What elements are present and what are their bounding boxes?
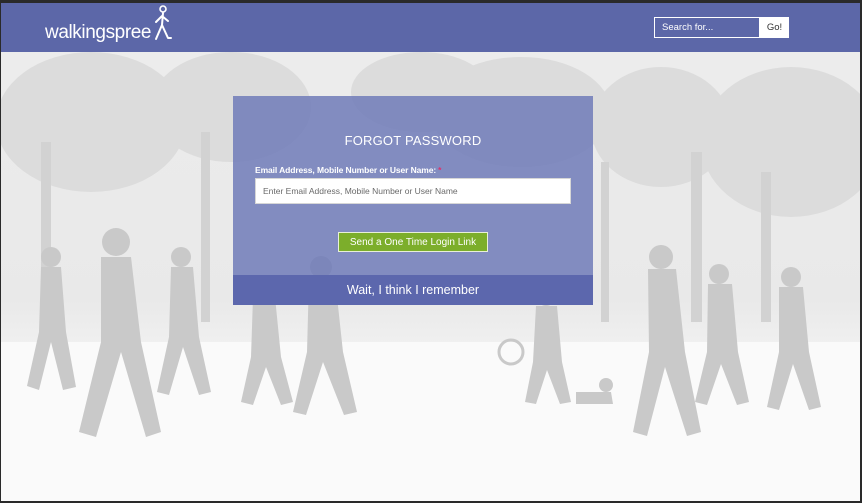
logo-text: walkingspree [45,22,152,43]
site-header: walkingspree Go! [1,3,860,52]
email-field-label-text: Email Address, Mobile Number or User Nam… [255,165,437,175]
email-field[interactable] [255,178,571,204]
email-field-label: Email Address, Mobile Number or User Nam… [255,165,441,175]
browser-frame: walkingspree Go! [0,0,862,503]
search-form: Go! [654,17,789,38]
required-marker: * [438,165,442,175]
search-go-button[interactable]: Go! [760,17,789,38]
search-input[interactable] [654,17,760,38]
walking-person-logo-icon [152,4,174,48]
site-logo[interactable]: walkingspree [45,4,174,45]
forgot-password-card: FORGOT PASSWORD Email Address, Mobile Nu… [233,96,593,305]
card-title: FORGOT PASSWORD [344,133,482,148]
send-login-link-button[interactable]: Send a One Time Login Link [338,232,488,252]
remember-link[interactable]: Wait, I think I remember [233,275,593,305]
